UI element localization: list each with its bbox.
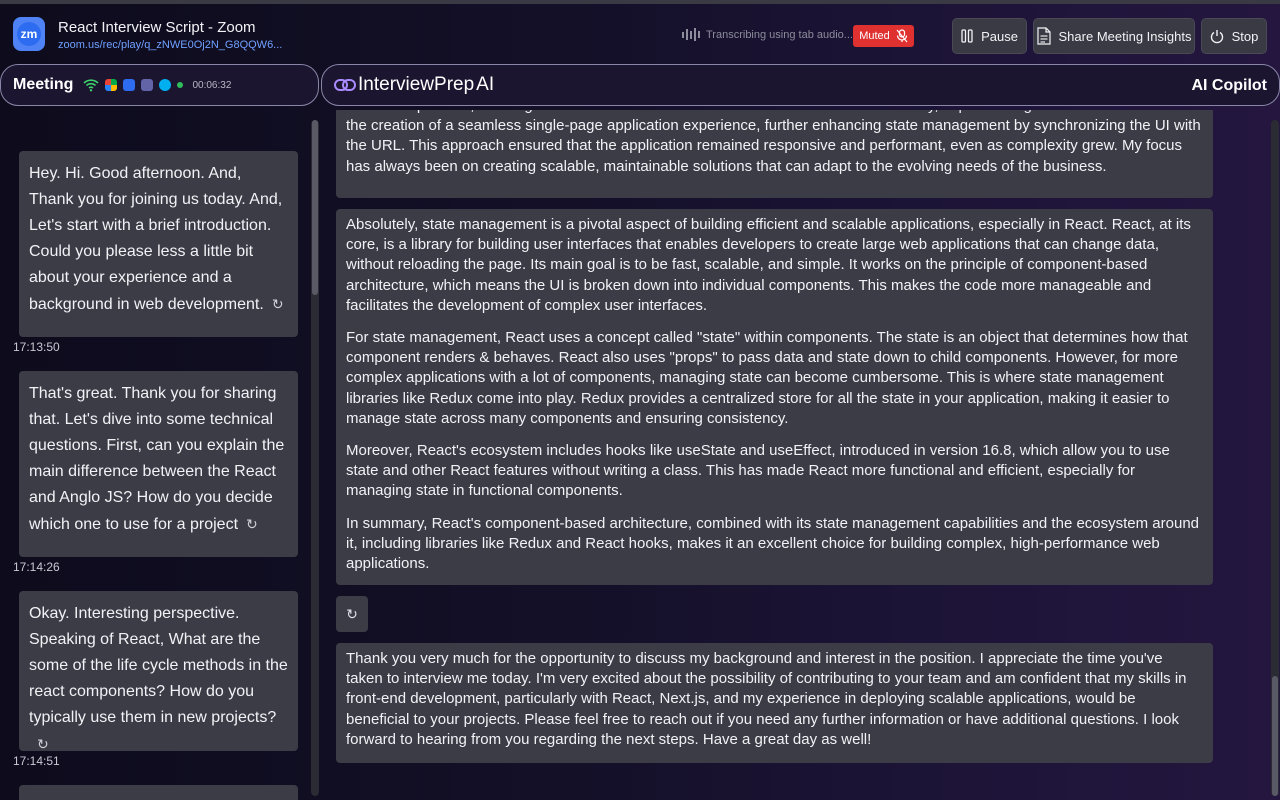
copilot-panel-header: InterviewPrep AI AI Copilot: [321, 64, 1280, 106]
zoom-icon-text: zm: [17, 22, 41, 46]
regenerate-icon[interactable]: ↻: [246, 511, 258, 537]
scrollbar-thumb[interactable]: [1272, 676, 1278, 796]
google-meet-icon: [105, 79, 118, 91]
message-timestamp: 17:14:51: [13, 754, 60, 768]
share-meeting-insights-button[interactable]: Share Meeting Insights: [1033, 18, 1195, 54]
answer-paragraph: In summary, React's component-based arch…: [346, 514, 1200, 573]
pause-button[interactable]: Pause: [952, 18, 1027, 54]
brand-logo: InterviewPrep AI: [334, 74, 494, 96]
link-logo-icon: [334, 79, 356, 91]
ai-copilot-label: AI Copilot: [1191, 77, 1267, 94]
transcript-message: That's great. Thank you for sharing that…: [19, 371, 298, 557]
mic-off-icon: [896, 29, 908, 43]
wifi-icon: [83, 79, 100, 92]
message-timestamp: 17:14:26: [13, 560, 60, 574]
meeting-timer: 00:06:32: [192, 79, 232, 91]
meeting-title: React Interview Script - Zoom: [58, 19, 256, 36]
skype-icon: [159, 79, 172, 91]
regenerate-icon[interactable]: ↻: [272, 291, 284, 317]
answer-card: Absolutely, state management is a pivota…: [336, 209, 1213, 585]
answers-scrollbar[interactable]: [1271, 120, 1279, 796]
transcribing-label: Transcribing using tab audio...: [706, 28, 853, 41]
recording-status-dot: [177, 82, 184, 88]
answer-card: Thank you very much for the opportunity …: [336, 643, 1213, 763]
meeting-label: Meeting: [13, 76, 74, 93]
transcript-message: Hey. Hi. Good afternoon. And, Thank you …: [19, 151, 298, 337]
answer-text: within components, allowing for a more m…: [346, 110, 1201, 175]
zoom-small-icon: [123, 79, 136, 91]
teams-icon: [141, 79, 154, 91]
message-text: Okay. Interesting perspective. Speaking …: [29, 605, 288, 726]
stop-label: Stop: [1231, 28, 1259, 44]
transcript-message: Okay. Interesting perspective. Speaking …: [19, 591, 298, 752]
answer-paragraph: For state management, React uses a conce…: [346, 329, 1188, 427]
message-timestamp: 17:13:50: [13, 340, 60, 354]
share-label: Share Meeting Insights: [1058, 28, 1192, 44]
stop-button[interactable]: Stop: [1201, 18, 1267, 54]
brand-suffix: AI: [476, 74, 495, 95]
copilot-answers[interactable]: within components, allowing for a more m…: [321, 110, 1280, 800]
muted-label: Muted: [859, 30, 890, 42]
transcribing-status: Transcribing using tab audio...: [682, 28, 853, 41]
zoom-app-icon: zm: [13, 17, 45, 51]
transcript-message: [19, 785, 298, 800]
answer-card: within components, allowing for a more m…: [336, 110, 1213, 198]
pause-label: Pause: [981, 28, 1018, 44]
scrollbar-thumb[interactable]: [312, 120, 318, 295]
power-icon: [1210, 29, 1223, 43]
document-icon: [1036, 27, 1051, 45]
transcript-scrollbar[interactable]: [311, 120, 319, 796]
meeting-panel-header: Meeting 00:06:32: [0, 64, 319, 106]
answer-paragraph: Absolutely, state management is a pivota…: [346, 216, 1191, 314]
message-text: Hey. Hi. Good afternoon. And, Thank you …: [29, 165, 283, 313]
meeting-url[interactable]: zoom.us/rec/play/q_zNWE0Oj2N_G8QQW6...: [58, 39, 282, 51]
audio-waveform-icon: [682, 28, 700, 41]
answer-text: Thank you very much for the opportunity …: [346, 650, 1187, 748]
transcript-list[interactable]: Hey. Hi. Good afternoon. And, Thank you …: [0, 110, 319, 800]
muted-badge[interactable]: Muted: [853, 25, 914, 47]
loading-spinner-icon: ↻: [336, 596, 368, 632]
answer-paragraph: Moreover, React's ecosystem includes hoo…: [346, 442, 1170, 500]
brand-name: InterviewPrep: [358, 74, 475, 95]
extension-header: zm React Interview Script - Zoom zoom.us…: [0, 4, 1280, 64]
pause-icon: [961, 29, 973, 43]
